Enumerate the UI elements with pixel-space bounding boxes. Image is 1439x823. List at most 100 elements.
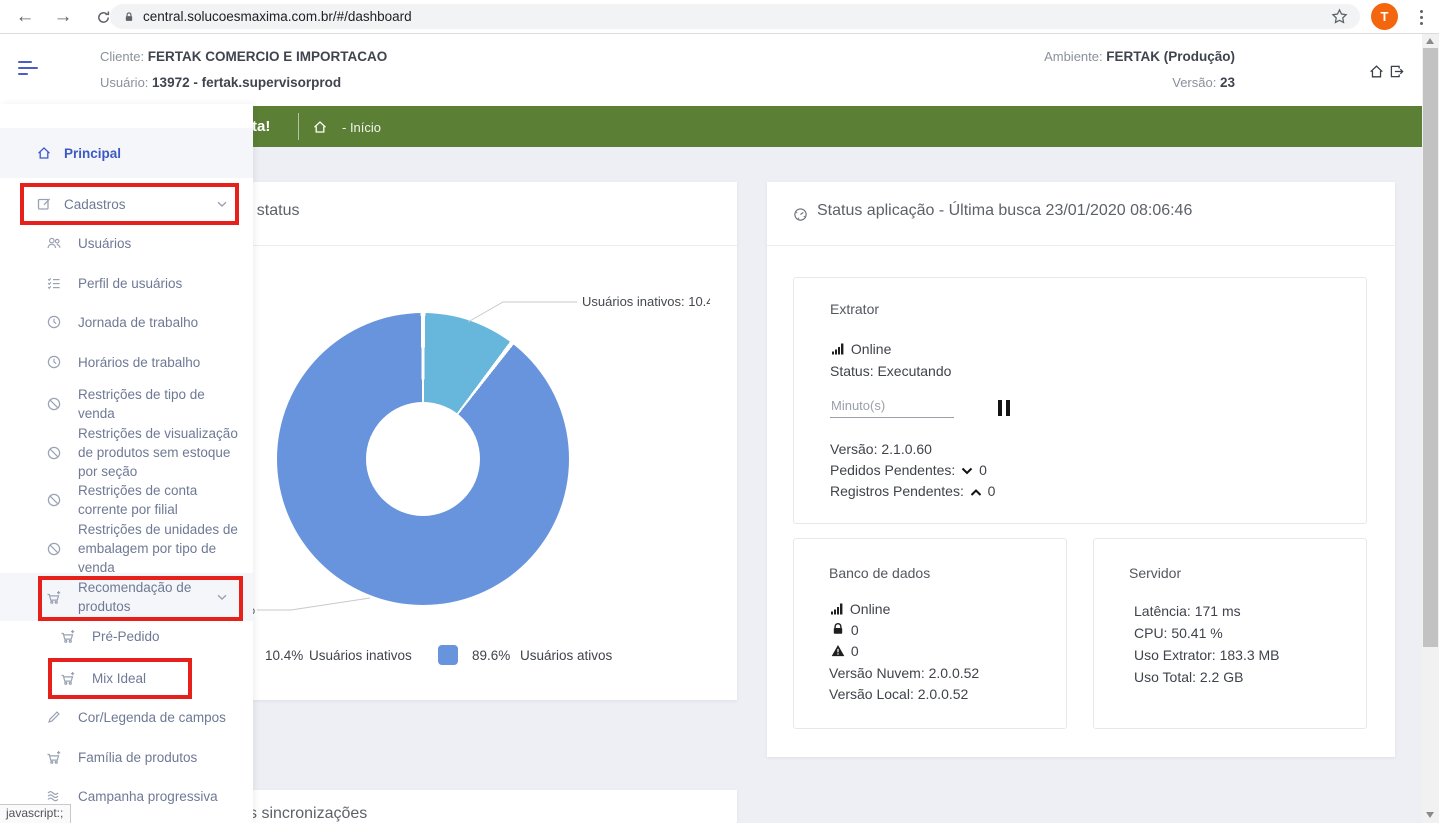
scrollbar-thumb[interactable] bbox=[1423, 48, 1438, 647]
app-status-title: Status aplicação - Última busca 23/01/20… bbox=[817, 202, 1192, 220]
sidebar-item-cor-legenda[interactable]: Cor/Legenda de campos bbox=[0, 705, 253, 729]
user-line: Usuário: 13972 - fertak.supervisorprod bbox=[100, 75, 341, 90]
browser-toolbar: ← → central.solucoesmaxima.com.br/#/dash… bbox=[0, 0, 1439, 34]
annotation-box-recomendacao bbox=[38, 576, 243, 621]
clock-icon bbox=[46, 354, 62, 370]
scrollbar-up-arrow[interactable] bbox=[1426, 38, 1434, 44]
card-divider bbox=[767, 245, 1395, 246]
cart-plus-icon bbox=[46, 750, 62, 765]
environment-value: FERTAK (Produção) bbox=[1106, 49, 1235, 64]
clock-icon bbox=[46, 314, 62, 330]
legend-pct-inactive: 10.4% bbox=[265, 648, 303, 663]
server-cpu: CPU: 50.41 % bbox=[1134, 625, 1223, 641]
address-bar[interactable]: central.solucoesmaxima.com.br/#/dashboar… bbox=[110, 4, 1360, 29]
legend-label-active[interactable]: Usuários ativos bbox=[520, 648, 612, 663]
client-line: Cliente: FERTAK COMERCIO E IMPORTACAO bbox=[100, 49, 387, 64]
welcome-text: ta! bbox=[252, 118, 270, 135]
home-icon bbox=[36, 145, 52, 161]
sidebar-item-pre-pedido[interactable]: Pré-Pedido bbox=[0, 624, 253, 648]
extrator-online: Online bbox=[830, 341, 891, 357]
sidebar-item-restricoes-visualizacao[interactable]: Restrições de visualização de produtos s… bbox=[0, 424, 253, 481]
cart-plus-icon bbox=[60, 629, 76, 644]
sidebar-item-restricoes-tipo-venda[interactable]: Restrições de tipo de venda bbox=[0, 385, 253, 423]
sidebar-item-restricoes-conta-corrente[interactable]: Restrições de conta corrente por filial bbox=[0, 481, 253, 519]
environment-line: Ambiente: FERTAK (Produção) bbox=[1044, 49, 1235, 64]
sidebar-item-restricoes-unidades[interactable]: Restrições de unidades de embalagem por … bbox=[0, 520, 253, 577]
extrator-panel: Extrator Online Status: Executando Versã… bbox=[793, 277, 1367, 524]
browser-forward-button[interactable]: → bbox=[50, 4, 76, 30]
page: ta! - Início r status Usuários inativos:… bbox=[0, 0, 1439, 823]
sidebar-item-usuarios[interactable]: Usuários bbox=[0, 231, 253, 255]
legend-swatch-active[interactable] bbox=[438, 645, 458, 665]
breadcrumb-divider bbox=[298, 113, 299, 140]
signal-bars-icon bbox=[832, 342, 845, 355]
breadcrumb-home-icon[interactable] bbox=[312, 119, 328, 135]
legend-pct-active: 89.6% bbox=[472, 648, 510, 663]
sync-card-title: s sincronizações bbox=[249, 805, 367, 823]
warning-icon bbox=[831, 644, 845, 657]
version-line: Versão: 23 bbox=[1172, 75, 1235, 90]
extrator-status: Status: Executando bbox=[830, 363, 951, 379]
lock-icon bbox=[831, 622, 845, 636]
sidebar-item-perfil-usuarios[interactable]: Perfil de usuários bbox=[0, 271, 253, 295]
server-total-usage: Uso Total: 2.2 GB bbox=[1134, 669, 1243, 685]
client-value: FERTAK COMERCIO E IMPORTACAO bbox=[148, 49, 388, 64]
link-status-tooltip: javascript:; bbox=[0, 804, 71, 823]
users-icon bbox=[46, 235, 62, 251]
breadcrumb-path: - Início bbox=[342, 120, 381, 135]
browser-back-button[interactable]: ← bbox=[12, 4, 38, 30]
block-icon bbox=[46, 492, 62, 508]
app-status-card: Status aplicação - Última busca 23/01/20… bbox=[767, 182, 1395, 757]
annotation-box-mix-ideal bbox=[48, 658, 192, 699]
block-icon bbox=[46, 396, 62, 412]
extrator-pending-records: Registros Pendentes: 0 bbox=[830, 483, 995, 499]
browser-menu-icon[interactable] bbox=[1414, 6, 1428, 28]
pencil-icon bbox=[46, 709, 62, 725]
callout-inactive-users: Usuários inativos: 10.4% bbox=[582, 294, 710, 309]
database-title: Banco de dados bbox=[829, 565, 930, 581]
chevron-up-bold-icon bbox=[970, 488, 982, 497]
sidebar-item-principal[interactable]: Principal bbox=[0, 141, 253, 165]
app-header: Cliente: FERTAK COMERCIO E IMPORTACAO Us… bbox=[0, 33, 1439, 104]
menu-toggle-button[interactable] bbox=[18, 61, 40, 79]
gauge-icon bbox=[793, 207, 808, 222]
extrator-pending-orders: Pedidos Pendentes: 0 bbox=[830, 462, 987, 478]
checklist-icon bbox=[46, 275, 62, 291]
database-panel: Banco de dados Online 0 0 Versão Nuvem: … bbox=[793, 538, 1067, 729]
sidebar-item-horarios[interactable]: Horários de trabalho bbox=[0, 350, 253, 374]
pause-button[interactable] bbox=[998, 400, 1010, 416]
database-locks: 0 bbox=[829, 622, 859, 638]
server-title: Servidor bbox=[1129, 565, 1181, 581]
browser-profile-avatar[interactable]: T bbox=[1371, 3, 1398, 30]
users-status-card: r status Usuários inativos: 10.4% Usuári… bbox=[241, 182, 737, 700]
server-latency: Latência: 171 ms bbox=[1134, 603, 1241, 619]
logout-button[interactable] bbox=[1388, 63, 1405, 80]
chevron-down-bold-icon bbox=[961, 467, 973, 476]
block-icon bbox=[46, 445, 62, 461]
donut-callout-lines bbox=[241, 182, 737, 700]
sync-card: s sincronizações bbox=[241, 790, 737, 823]
signal-bars-icon bbox=[831, 602, 844, 615]
version-value: 23 bbox=[1220, 75, 1235, 90]
annotation-box-cadastros bbox=[20, 183, 239, 225]
database-online: Online bbox=[829, 601, 890, 617]
sidebar-item-jornada[interactable]: Jornada de trabalho bbox=[0, 310, 253, 334]
https-lock-icon[interactable] bbox=[123, 10, 135, 24]
page-scrollbar[interactable] bbox=[1422, 33, 1439, 823]
block-icon bbox=[46, 541, 62, 557]
server-extractor-usage: Uso Extrator: 183.3 MB bbox=[1134, 647, 1280, 663]
extrator-title: Extrator bbox=[830, 301, 879, 317]
home-button[interactable] bbox=[1368, 63, 1385, 80]
bookmark-star-icon[interactable] bbox=[1331, 8, 1348, 25]
extrator-version: Versão: 2.1.0.60 bbox=[830, 441, 932, 457]
waves-icon bbox=[46, 788, 62, 804]
user-value: 13972 - fertak.supervisorprod bbox=[152, 75, 341, 90]
url-text[interactable]: central.solucoesmaxima.com.br/#/dashboar… bbox=[143, 9, 412, 24]
minutes-input[interactable] bbox=[830, 396, 954, 418]
sidebar-item-familia-produtos[interactable]: Família de produtos bbox=[0, 745, 253, 769]
database-warnings: 0 bbox=[829, 643, 859, 659]
server-panel: Servidor Latência: 171 ms CPU: 50.41 % U… bbox=[1093, 538, 1367, 729]
scrollbar-down-arrow[interactable] bbox=[1426, 812, 1434, 818]
database-cloud-version: Versão Nuvem: 2.0.0.52 bbox=[829, 665, 979, 681]
legend-label-inactive[interactable]: Usuários inativos bbox=[309, 648, 412, 663]
